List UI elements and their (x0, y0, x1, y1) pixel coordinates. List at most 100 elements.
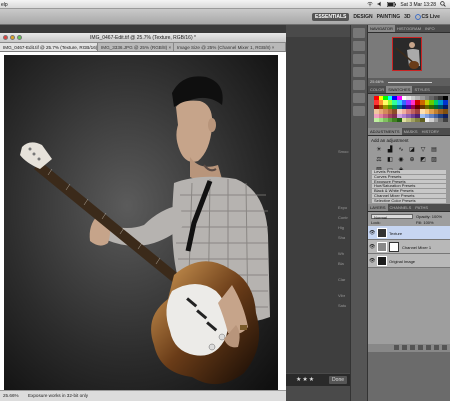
link-layers-icon[interactable] (394, 345, 399, 350)
help-menu[interactable]: elp (1, 2, 8, 8)
cs-live-button[interactable]: CS Live (414, 14, 440, 20)
navigator-panel-tabs: NAVIGATOR HISTOGRAM INFO (368, 25, 450, 33)
new-adjustment-icon[interactable] (418, 345, 423, 350)
magnifier-icon[interactable] (440, 1, 446, 9)
navigator-zoom-slider[interactable] (388, 81, 432, 83)
brightness-icon[interactable]: ☀ (374, 145, 384, 154)
mac-menubar: elp Sat 3 Mar 13:28 (0, 0, 450, 9)
vibrance-icon[interactable]: ▽ (418, 145, 428, 154)
document-titlebar[interactable]: IMG_0467-Edit.tif @ 25.7% (Texture, RGB/… (0, 33, 286, 43)
eye-icon[interactable]: 👁 (369, 244, 375, 250)
tab-styles[interactable]: STYLES (412, 86, 431, 93)
exposure-icon[interactable]: ◪ (407, 145, 417, 154)
fill-value[interactable]: 100% (423, 220, 433, 225)
bw-icon[interactable]: ◧ (385, 155, 395, 164)
tab-swatches[interactable]: SWATCHES (386, 86, 413, 93)
preset-selective-color[interactable]: Selective Color Presets (372, 198, 446, 204)
tab-history[interactable]: HISTORY (420, 128, 442, 135)
opacity-value[interactable]: 100% (432, 214, 442, 219)
adjustments-panel: Add an adjustment ☀ ▟ ∿ ◪ ▽ ▤ ⚖ ◧ ◉ ⊕ ◩ … (368, 136, 450, 204)
dock-button[interactable] (353, 106, 365, 116)
layers-footer (368, 344, 450, 352)
tab-info[interactable]: INFO (423, 25, 437, 32)
dock-button[interactable] (353, 80, 365, 90)
side-label: Expo (338, 205, 348, 210)
wifi-icon[interactable] (367, 1, 374, 9)
dock-button[interactable] (353, 93, 365, 103)
layer-thumbnail (377, 256, 387, 266)
done-button[interactable]: Done (329, 376, 347, 384)
datetime[interactable]: Sat 3 Mar 13:28 (400, 2, 436, 8)
side-label: Contr (338, 215, 348, 220)
navigator-zoom-value[interactable]: 25.66% (370, 79, 384, 84)
navigator-thumbnail[interactable] (392, 37, 422, 71)
panels-column: NAVIGATOR HISTOGRAM INFO 25.66% COLOR SW (368, 25, 450, 401)
workspace-3d[interactable]: 3D (404, 14, 410, 20)
workspace-painting[interactable]: PAINTING (377, 14, 401, 20)
eye-icon[interactable]: 👁 (369, 258, 375, 264)
photo-filter-icon[interactable]: ◉ (396, 155, 406, 164)
tab-channels[interactable]: CHANNELS (388, 204, 414, 211)
document-tabs: IMG_0467-Edit.tif @ 25.7% (Texture, RGB/… (0, 43, 286, 52)
tab-img-3336[interactable]: IMG_3336.JPG @ 25% (RGB/8) × (98, 43, 174, 51)
battery-icon[interactable] (387, 1, 397, 9)
posterize-icon[interactable]: ▨ (429, 155, 439, 164)
color-swatch[interactable] (442, 117, 448, 123)
layers-panel-tabs: LAYERS CHANNELS PATHS (368, 204, 450, 212)
zoom-readout[interactable]: 25.66% (3, 391, 19, 401)
group-icon[interactable] (426, 345, 431, 350)
eye-icon[interactable]: 👁 (369, 230, 375, 236)
dock-button[interactable] (353, 28, 365, 38)
layer-name: Original Image (389, 259, 416, 264)
swatch-grid (374, 96, 448, 123)
layer-original-image[interactable]: 👁 Original Image (368, 254, 450, 268)
status-message[interactable]: Exposure works in 32-bit only (28, 391, 88, 401)
zoom-window-icon[interactable] (17, 35, 22, 40)
invert-icon[interactable]: ◩ (418, 155, 428, 164)
layer-channel-mixer[interactable]: 👁 Channel Mixer 1 (368, 240, 450, 254)
mask-icon[interactable] (410, 345, 415, 350)
lock-label: Lock: (371, 220, 381, 225)
fill-control[interactable]: Fill: 100% (416, 220, 434, 225)
tab-adjustments[interactable]: ADJUSTMENTS (368, 128, 402, 135)
photoshop-window: elp Sat 3 Mar 13:28 ESSENTIALS DESIGN PA… (0, 0, 450, 401)
workspace-design[interactable]: DESIGN (353, 14, 372, 20)
close-window-icon[interactable] (3, 35, 8, 40)
cs-live-icon (414, 14, 421, 20)
tab-image-size[interactable]: Image Size @ 25% (Channel Mixer 1, RGB/8… (174, 43, 286, 51)
fx-icon[interactable] (402, 345, 407, 350)
minimize-window-icon[interactable] (10, 35, 15, 40)
color-balance-icon[interactable]: ⚖ (374, 155, 384, 164)
trash-icon[interactable] (442, 345, 447, 350)
document-window: IMG_0467-Edit.tif @ 25.7% (Texture, RGB/… (0, 33, 286, 401)
layer-texture[interactable]: 👁 Texture (368, 226, 450, 240)
side-label: Bla (338, 261, 344, 266)
channel-mixer-icon[interactable]: ⊕ (407, 155, 417, 164)
dock-button[interactable] (353, 54, 365, 64)
image-canvas[interactable] (4, 55, 278, 390)
tab-color[interactable]: COLOR (368, 86, 386, 93)
dock-button[interactable] (353, 67, 365, 77)
tab-layers[interactable]: LAYERS (368, 204, 388, 211)
tab-navigator[interactable]: NAVIGATOR (368, 25, 395, 32)
tab-masks[interactable]: MASKS (402, 128, 420, 135)
panel-icon-dock (350, 25, 368, 401)
volume-icon[interactable] (377, 1, 383, 9)
workspace-essentials[interactable]: ESSENTIALS (312, 13, 350, 21)
opacity-control[interactable]: Opacity: 100% (416, 214, 442, 219)
layer-name: Texture (389, 231, 403, 236)
levels-icon[interactable]: ▟ (385, 145, 395, 154)
hue-sat-icon[interactable]: ▤ (429, 145, 439, 154)
curves-icon[interactable]: ∿ (396, 145, 406, 154)
dock-button[interactable] (353, 41, 365, 51)
document-statusbar: 25.66% Exposure works in 32-bit only (0, 390, 286, 401)
tab-histogram[interactable]: HISTOGRAM (395, 25, 423, 32)
rating-stars[interactable]: ★★★ (296, 376, 315, 383)
side-label: Sha (338, 235, 346, 240)
tab-paths[interactable]: PATHS (413, 204, 430, 211)
blend-mode-select[interactable]: Normal (371, 214, 413, 220)
layers-panel: Normal Opacity: 100% Lock: Fill: 100% 👁 … (368, 212, 450, 352)
side-label: Wh (338, 251, 344, 256)
tab-img-0467[interactable]: IMG_0467-Edit.tif @ 25.7% (Texture, RGB/… (0, 43, 98, 51)
new-layer-icon[interactable] (434, 345, 439, 350)
